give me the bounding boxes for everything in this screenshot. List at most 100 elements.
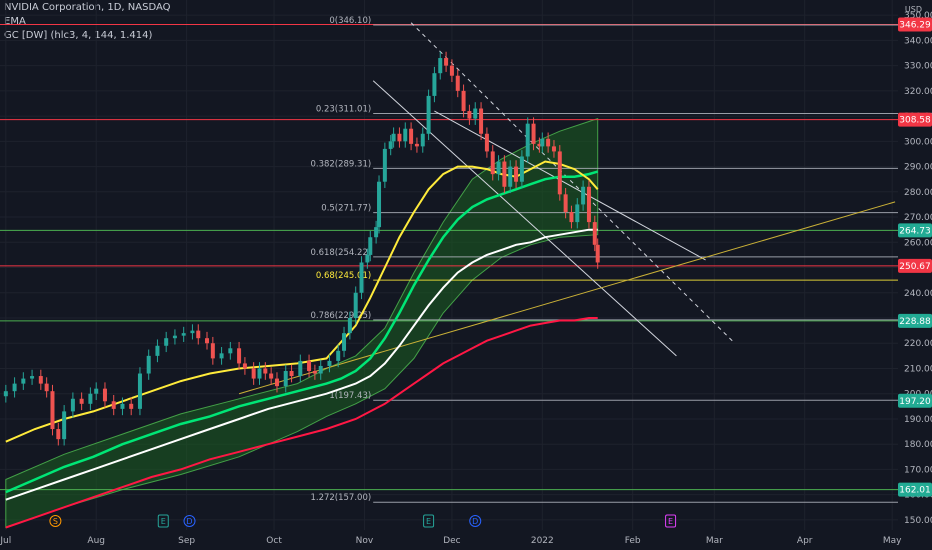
price-tag: 228.88 xyxy=(898,313,932,328)
event-marker-label: E xyxy=(668,517,673,526)
price-tag: 250.67 xyxy=(898,258,932,273)
candle-body xyxy=(21,378,26,384)
candle-body xyxy=(455,75,460,91)
price-tick-label: 170.00 xyxy=(904,465,932,475)
candle-body xyxy=(414,143,419,147)
time-tick-label: Mar xyxy=(706,536,723,546)
candle-body xyxy=(382,148,387,182)
candle-body xyxy=(531,123,536,144)
event-marker-label: E xyxy=(426,517,431,526)
candle-body xyxy=(484,133,489,152)
price-tick-label: 320.00 xyxy=(904,87,932,97)
candle-body xyxy=(368,237,373,255)
fib-retracement: 0(346.10) 0.23(311.01) 0.382(289.31) 0.5(27… xyxy=(310,16,898,503)
candle-body xyxy=(102,388,107,402)
candle-body xyxy=(359,262,364,293)
price-tick-label: 340.00 xyxy=(904,36,932,46)
candle-body xyxy=(586,186,591,223)
candle-body xyxy=(557,151,562,195)
candle-body xyxy=(210,343,215,359)
price-tick-label: 290.00 xyxy=(904,163,932,173)
candle-body xyxy=(50,391,55,430)
candle-body xyxy=(190,330,195,334)
time-tick-label: Sep xyxy=(178,536,195,546)
candle-body xyxy=(397,133,402,142)
candle-body xyxy=(298,360,303,377)
time-tick-label: Oct xyxy=(266,536,282,546)
candle-body xyxy=(374,227,379,238)
candle-body xyxy=(508,166,513,187)
candle-body xyxy=(307,360,312,371)
candle-body xyxy=(3,391,8,397)
price-tick-label: 280.00 xyxy=(904,188,932,198)
candle-body xyxy=(432,73,437,96)
time-tick-label: Aug xyxy=(87,536,105,546)
time-tick-label: 2022 xyxy=(531,536,554,546)
candle-body xyxy=(444,58,449,66)
price-tag-label: 250.67 xyxy=(899,262,931,272)
currency-label: USD xyxy=(904,5,922,14)
candle-body xyxy=(496,161,501,175)
price-tick-label: 210.00 xyxy=(904,364,932,374)
candle-body xyxy=(581,186,586,205)
price-tag-label: 264.73 xyxy=(899,226,931,236)
candle-body xyxy=(342,333,347,351)
fib-label: 0.618(254.22) xyxy=(310,248,371,258)
price-tag-label: 228.88 xyxy=(899,317,931,327)
fib-label: 1(197.43) xyxy=(329,391,371,401)
candle-body xyxy=(318,365,323,374)
candle-body xyxy=(540,138,545,147)
candle-body xyxy=(426,95,431,134)
fib-label: 1.272(157.00) xyxy=(310,493,371,503)
price-tick-label: 180.00 xyxy=(904,440,932,450)
candle-body xyxy=(219,353,224,359)
candle-body xyxy=(274,378,279,387)
event-markers: SEDEDE xyxy=(49,514,677,528)
fib-label: 0(346.10) xyxy=(329,16,371,26)
candle-body xyxy=(479,108,484,134)
candle-body xyxy=(388,141,393,149)
candle-body xyxy=(88,393,93,404)
time-tick-label: Feb xyxy=(625,536,641,546)
price-tick-label: 190.00 xyxy=(904,415,932,425)
price-tick-label: 220.00 xyxy=(904,339,932,349)
price-tick-label: 330.00 xyxy=(904,62,932,72)
event-marker-label: D xyxy=(186,517,192,526)
price-tick-label: 270.00 xyxy=(904,213,932,223)
price-tag-label: 162.01 xyxy=(899,486,931,496)
candle-body xyxy=(155,345,160,356)
fib-label: 0.382(289.31) xyxy=(310,159,371,169)
candle-body xyxy=(205,338,210,344)
candle-body xyxy=(129,403,134,409)
candle-body xyxy=(70,398,75,412)
candle-body xyxy=(347,318,352,334)
price-tag: 346.29 xyxy=(898,17,932,32)
candle-body xyxy=(525,123,530,157)
event-marker-label: S xyxy=(53,517,58,526)
event-marker-label: D xyxy=(472,517,478,526)
candle-body xyxy=(237,348,242,364)
candle-body xyxy=(461,90,466,112)
candle-body xyxy=(94,388,99,394)
candle-body xyxy=(251,368,256,379)
candle-body xyxy=(38,376,43,384)
candle-body xyxy=(377,181,382,228)
candle-body xyxy=(111,401,116,409)
candle-body xyxy=(172,335,177,339)
candle-body xyxy=(263,368,268,374)
candle-body xyxy=(242,363,247,369)
candle-body xyxy=(519,156,524,182)
price-tag: 162.01 xyxy=(898,482,932,497)
event-marker-label: E xyxy=(161,517,166,526)
price-tick-label: 300.00 xyxy=(904,137,932,147)
candle-body xyxy=(30,376,35,379)
price-chart[interactable]: 0(346.10) 0.23(311.01) 0.382(289.31) 0.5(27… xyxy=(0,0,932,550)
candle-body xyxy=(257,368,262,379)
candle-body xyxy=(336,350,341,361)
candle-body xyxy=(563,194,568,212)
candle-body xyxy=(409,128,414,144)
fib-label: 0.5(271.77) xyxy=(321,204,371,214)
price-tag-label: 346.29 xyxy=(899,21,931,31)
candle-body xyxy=(228,348,233,354)
time-tick-label: Nov xyxy=(356,536,374,546)
